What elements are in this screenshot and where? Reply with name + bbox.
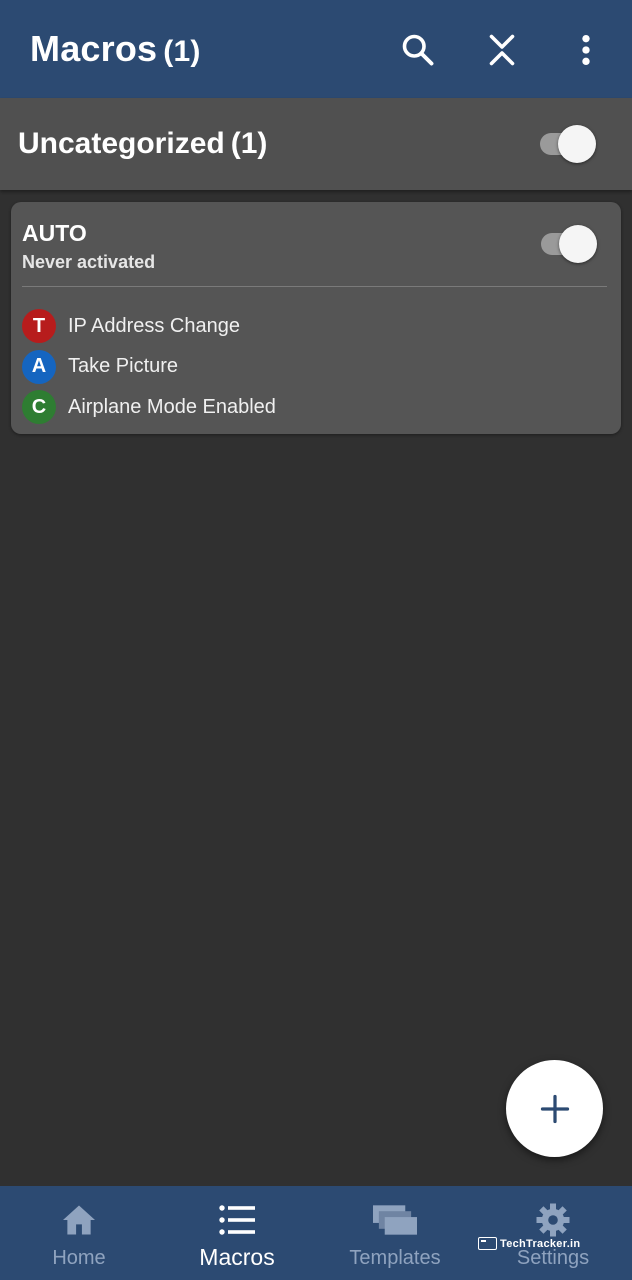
more-vert-icon — [582, 34, 590, 66]
watermark-text: TechTracker.in — [500, 1237, 581, 1250]
category-title: Uncategorized (1) — [18, 127, 267, 161]
macro-toggle[interactable] — [539, 224, 599, 264]
macro-name: AUTO — [22, 220, 87, 246]
macro-status: Never activated — [22, 252, 156, 272]
plus-icon — [540, 1094, 569, 1123]
search-icon — [402, 34, 434, 66]
category-toggle-thumb — [558, 125, 596, 163]
category-count: (1) — [230, 127, 268, 160]
trigger-label: IP Address Change — [68, 314, 240, 337]
page-title: Macros (1) — [30, 28, 201, 70]
templates-icon — [373, 1202, 417, 1238]
constraint-step: C Airplane Mode Enabled — [22, 387, 276, 427]
watermark: TechTracker.in — [478, 1237, 580, 1250]
category-title-text: Uncategorized — [18, 127, 225, 160]
macros-screen: Macros (1) Uncategorized (1) AUTO Never … — [0, 0, 632, 1280]
nav-home[interactable]: Home — [0, 1186, 158, 1280]
add-macro-button[interactable] — [506, 1060, 603, 1157]
action-label: Take Picture — [68, 355, 179, 377]
nav-settings-label: Settings — [516, 1247, 590, 1269]
trigger-badge: T — [22, 309, 56, 343]
nav-macros[interactable]: Macros — [158, 1186, 316, 1280]
nav-templates[interactable]: Templates — [316, 1186, 474, 1280]
macro-card[interactable]: AUTO Never activated T IP Address Change… — [11, 202, 621, 434]
page-title-text: Macros — [30, 28, 158, 69]
macro-steps: T IP Address Change A Take Picture C Air… — [22, 306, 276, 428]
category-header[interactable]: Uncategorized (1) — [0, 98, 632, 190]
nav-settings[interactable]: Settings — [474, 1186, 632, 1280]
nav-macros-label: Macros — [199, 1244, 275, 1270]
macro-toggle-thumb — [559, 225, 597, 263]
nav-home-label: Home — [52, 1247, 106, 1269]
collapse-expand-icon — [489, 34, 515, 66]
action-badge: A — [22, 349, 56, 384]
page-title-count: (1) — [163, 35, 201, 68]
action-step: A Take Picture — [22, 347, 276, 387]
home-icon — [61, 1202, 97, 1238]
card-divider — [22, 286, 607, 287]
nav-templates-label: Templates — [349, 1247, 441, 1269]
search-button[interactable] — [390, 22, 446, 78]
collapse-all-button[interactable] — [474, 22, 530, 78]
more-options-button[interactable] — [558, 22, 614, 78]
bottom-navigation: Home Macros Templates Settings — [0, 1186, 632, 1280]
constraint-label: Airplane Mode Enabled — [68, 395, 276, 418]
watermark-logo-icon — [478, 1237, 497, 1250]
constraint-badge: C — [22, 390, 56, 424]
appbar-actions — [390, 22, 614, 78]
trigger-step: T IP Address Change — [22, 306, 276, 346]
list-icon — [219, 1202, 255, 1238]
category-toggle[interactable] — [538, 124, 598, 164]
gear-icon — [535, 1202, 571, 1238]
top-app-bar: Macros (1) — [0, 0, 632, 98]
